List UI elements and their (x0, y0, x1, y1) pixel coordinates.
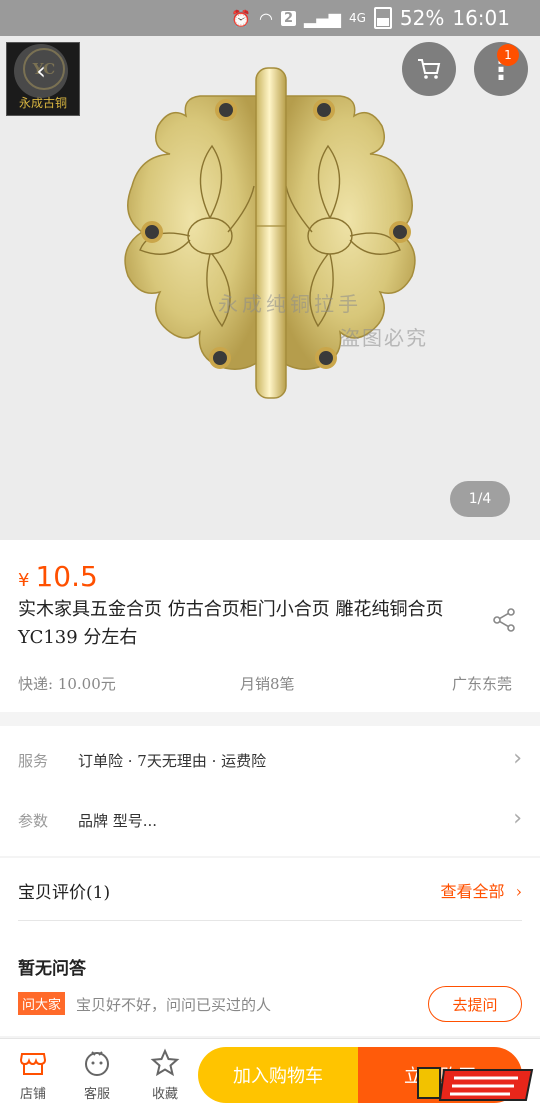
alarm-icon: ⏰ (231, 8, 252, 28)
currency-symbol: ¥ (18, 570, 30, 591)
back-arrow-icon: ‹ (36, 57, 46, 85)
status-bar: ⏰ ◠ 2 ▂▄▆ 4G 52% 16:01 (0, 0, 540, 36)
app-watermark-logo (417, 1067, 534, 1101)
monthly-sales: 月销8笔 (240, 675, 295, 693)
product-image[interactable]: YC 永成古铜 永成纯铜拉手 盗图必究 1/4 (0, 36, 540, 540)
add-to-cart-button[interactable]: 加入购物车 (198, 1047, 358, 1103)
service-value: 订单险 · 7天无理由 · 运费险 (78, 752, 267, 770)
cart-button[interactable] (402, 42, 456, 96)
review-title: 宝贝评价(1) (18, 883, 111, 903)
shipping-fee: 快递: 10.00元 (18, 675, 116, 693)
star-icon (150, 1048, 180, 1077)
review-section: 宝贝评价(1) 查看全部 › 暂无问答 问大家 宝贝好不好，问问已买过的人 去提… (0, 858, 540, 1036)
network-type: 4G (348, 11, 366, 25)
ask-everyone-tag: 问大家 (18, 992, 66, 1015)
service-label: 服务 (18, 752, 49, 770)
chevron-right-icon: › (515, 882, 522, 901)
product-title: 实木家具五金合页 仿古合页柜门小合页 雕花纯铜合页YC139 分左右 (18, 599, 444, 648)
signal-icon: ▂▄▆ (304, 8, 341, 28)
price-section: ¥10.5 实木家具五金合页 仿古合页柜门小合页 雕花纯铜合页YC139 分左右… (0, 540, 540, 712)
qa-hint: 宝贝好不好，问问已买过的人 (76, 996, 272, 1014)
chevron-right-icon: › (513, 806, 522, 831)
divider (18, 920, 522, 921)
view-all-reviews-link[interactable]: 查看全部 › (440, 878, 522, 902)
params-label: 参数 (18, 812, 49, 830)
more-badge: 1 (497, 44, 519, 66)
service-section: 服务 订单险 · 7天无理由 · 运费险 › 参数 品牌 型号... › (0, 726, 540, 856)
battery-icon (373, 7, 392, 29)
shop-tab[interactable]: 店铺 (8, 1047, 58, 1102)
favorite-label: 收藏 (151, 1087, 178, 1102)
price: ¥10.5 (18, 560, 98, 593)
favorite-tab[interactable]: 收藏 (140, 1047, 190, 1102)
notification-count: 2 (281, 10, 297, 26)
customer-service-tab[interactable]: 客服 (72, 1047, 122, 1102)
chevron-right-icon: › (513, 746, 522, 771)
price-value: 10.5 (35, 560, 98, 593)
shop-icon (19, 1053, 47, 1075)
service-row[interactable]: 服务 订单险 · 7天无理由 · 运费险 › (0, 730, 540, 790)
watermark-line1: 永成纯铜拉手 (218, 292, 362, 316)
params-value: 品牌 型号... (78, 812, 158, 830)
shop-label: 店铺 (19, 1087, 46, 1102)
ask-question-button[interactable]: 去提问 (428, 986, 522, 1022)
customer-service-icon (85, 1051, 109, 1076)
clock: 16:01 (452, 6, 510, 30)
qa-title: 暂无问答 (18, 959, 86, 979)
ship-from-location: 广东东莞 (452, 675, 513, 693)
params-row[interactable]: 参数 品牌 型号... › (0, 790, 540, 850)
battery-percent: 52% (399, 6, 445, 30)
cart-icon (418, 59, 441, 79)
back-button[interactable]: ‹ (14, 44, 68, 98)
share-icon[interactable] (490, 606, 518, 634)
view-all-label: 查看全部 (440, 882, 505, 901)
watermark-line2: 盗图必究 (340, 326, 428, 350)
customer-service-label: 客服 (83, 1087, 110, 1102)
wifi-icon: ◠ (259, 8, 273, 28)
image-pager: 1/4 (450, 481, 510, 517)
